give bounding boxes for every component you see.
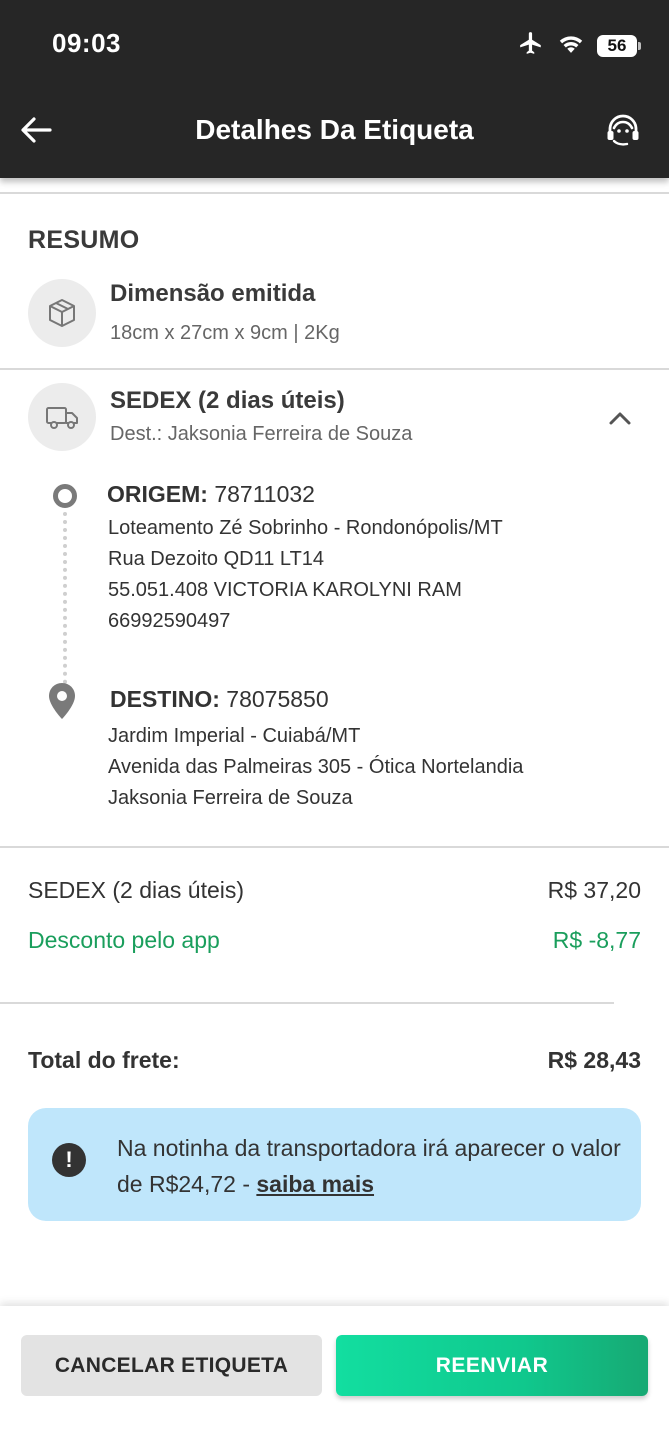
origin-heading: ORIGEM: 78711032 (107, 481, 315, 508)
origin-line: Loteamento Zé Sobrinho - Rondonópolis/MT (108, 517, 503, 539)
divider (0, 846, 669, 848)
origin-cep: 78711032 (214, 481, 315, 507)
chevron-up-icon (609, 412, 631, 425)
destination-heading: DESTINO: 78075850 (110, 686, 329, 713)
divider (0, 192, 669, 194)
collapse-toggle[interactable] (604, 402, 636, 434)
divider (0, 1002, 614, 1004)
origin-line: 66992590497 (108, 610, 231, 632)
divider (0, 368, 669, 370)
dimension-value: 18cm x 27cm x 9cm | 2Kg (110, 322, 340, 344)
resend-button[interactable]: REENVIAR (336, 1335, 648, 1396)
info-banner: ! Na notinha da transportadora irá apare… (28, 1108, 641, 1221)
total-value: R$ 28,43 (547, 1047, 641, 1073)
route-line (63, 512, 67, 684)
battery-level: 56 (597, 34, 637, 57)
page-title: Detalhes Da Etiqueta (195, 114, 474, 145)
discount-value: R$ -8,77 (552, 927, 641, 953)
summary-title: RESUMO (28, 226, 140, 254)
origin-line: Rua Dezoito QD11 LT14 (108, 548, 325, 570)
learn-more-link[interactable]: saiba mais (256, 1171, 374, 1197)
wifi-icon (557, 31, 585, 60)
service-price-value: R$ 37,20 (547, 877, 641, 903)
service-price-row: SEDEX (2 dias úteis) R$ 37,20 (28, 877, 641, 904)
shipping-recipient: Dest.: Jaksonia Ferreira de Souza (110, 423, 413, 445)
alert-icon: ! (52, 1143, 86, 1177)
dimension-label: Dimensão emitida (110, 280, 316, 307)
status-icons: 56 (517, 30, 641, 61)
info-text: Na notinha da transportadora irá aparece… (117, 1130, 627, 1202)
destination-line: Jardim Imperial - Cuiabá/MT (108, 725, 361, 747)
headset-icon (607, 114, 639, 146)
location-pin-icon (49, 683, 75, 719)
total-label: Total do frete: (28, 1047, 180, 1073)
origin-label: ORIGEM: (107, 481, 208, 507)
truck-icon (46, 407, 78, 429)
battery-icon: 56 (597, 34, 641, 57)
package-icon-wrapper (28, 279, 96, 347)
shipping-service: SEDEX (2 dias úteis) (110, 387, 345, 414)
service-price-label: SEDEX (2 dias úteis) (28, 877, 245, 903)
status-time: 09:03 (52, 28, 121, 58)
origin-line: 55.051.408 VICTORIA KAROLYNI RAM (108, 579, 462, 601)
bottom-action-bar: CANCELAR ETIQUETA REENVIAR (0, 1306, 669, 1448)
app-header: 09:03 56 Detalhes Da Etiqueta (0, 0, 669, 178)
destination-cep: 78075850 (226, 686, 329, 712)
package-icon (49, 299, 75, 327)
total-row: Total do frete: R$ 28,43 (28, 1047, 641, 1074)
support-button[interactable] (601, 108, 645, 152)
cancel-label-button[interactable]: CANCELAR ETIQUETA (21, 1335, 322, 1396)
airplane-icon (517, 30, 545, 61)
truck-icon-wrapper (28, 383, 96, 451)
destination-line: Jaksonia Ferreira de Souza (108, 787, 353, 809)
discount-row: Desconto pelo app R$ -8,77 (28, 927, 641, 954)
origin-marker-icon (53, 484, 77, 508)
destination-label: DESTINO: (110, 686, 220, 712)
destination-line: Avenida das Palmeiras 305 - Ótica Nortel… (108, 756, 524, 778)
discount-label: Desconto pelo app (28, 927, 220, 953)
